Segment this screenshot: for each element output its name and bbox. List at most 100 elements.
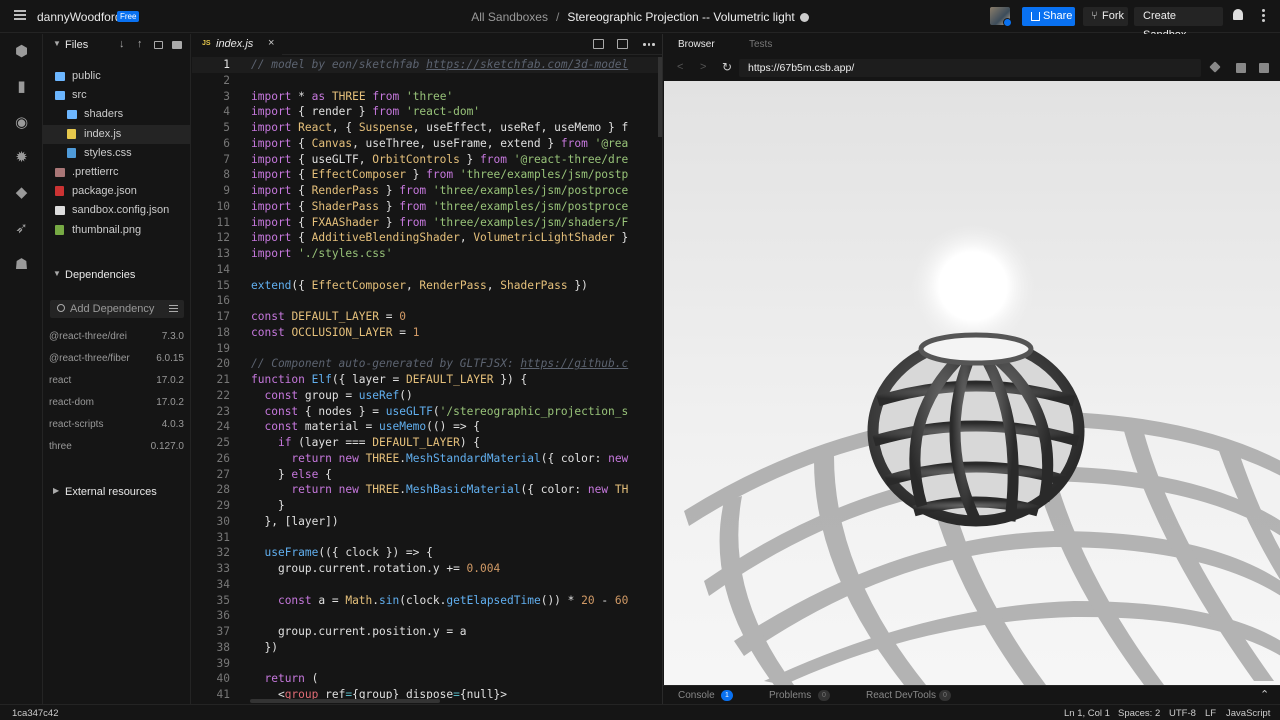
address-field[interactable]: https://67b5m.csb.app/	[739, 59, 1201, 77]
indent-setting[interactable]: Spaces: 2	[1118, 708, 1160, 719]
tab-problems[interactable]: Problems	[769, 690, 811, 701]
back-icon[interactable]: <	[677, 61, 683, 73]
file-tree-item[interactable]: index.js	[43, 124, 191, 144]
code-line[interactable]: 40 return (	[192, 671, 662, 687]
code-line[interactable]: 30 }, [layer])	[192, 514, 662, 530]
code-line[interactable]: 27 } else {	[192, 467, 662, 483]
gear-icon[interactable]: ✹	[13, 149, 30, 166]
code-line[interactable]: 3 import * as THREE from 'three'	[192, 89, 662, 105]
code-line[interactable]: 29 }	[192, 498, 662, 514]
dependency-item[interactable]: @react-three/drei 7.3.0	[49, 331, 184, 347]
code-line[interactable]: 24 const material = useMemo(() => {	[192, 419, 662, 435]
tab-tests[interactable]: Tests	[749, 39, 772, 50]
file-tree-item[interactable]: sandbox.config.json	[43, 201, 191, 220]
files-section-header[interactable]: ▼ Files ↓ ↑	[43, 36, 191, 56]
menu-lines-icon[interactable]	[169, 305, 178, 314]
more-options-icon[interactable]	[1262, 9, 1265, 24]
file-icon[interactable]: ▮	[13, 78, 30, 95]
code-line[interactable]: 38 })	[192, 640, 662, 656]
dependency-item[interactable]: react 17.0.2	[49, 375, 184, 391]
code-line[interactable]: 13 import './styles.css'	[192, 246, 662, 262]
file-tree-item[interactable]: public	[43, 67, 191, 86]
code-line[interactable]: 28 return new THREE.MeshBasicMaterial({ …	[192, 482, 662, 498]
code-line[interactable]: 26 return new THREE.MeshStandardMaterial…	[192, 451, 662, 467]
code-line[interactable]: 31	[192, 530, 662, 546]
dependencies-section-header[interactable]: ▼ Dependencies	[43, 266, 191, 286]
file-tree-item[interactable]: package.json	[43, 182, 191, 201]
code-line[interactable]: 5 import React, { Suspense, useEffect, us…	[192, 120, 662, 136]
split-view-icon[interactable]	[593, 39, 604, 49]
code-line[interactable]: 12 import { AdditiveBlendingShader, Volum…	[192, 230, 662, 246]
close-icon[interactable]: ×	[268, 37, 274, 49]
code-line[interactable]: 22 const group = useRef()	[192, 388, 662, 404]
code-line[interactable]: 7 import { useGLTF, OrbitControls } from …	[192, 152, 662, 168]
file-tree-item[interactable]: shaders	[43, 105, 191, 124]
share-button[interactable]: Share	[1022, 7, 1075, 26]
breadcrumb-all-sandboxes[interactable]: All Sandboxes	[471, 10, 548, 24]
code-line[interactable]: 6 import { Canvas, useThree, useFrame, ex…	[192, 136, 662, 152]
line-ending[interactable]: LF	[1205, 708, 1216, 719]
code-line[interactable]: 4 import { render } from 'react-dom'	[192, 104, 662, 120]
tab-browser[interactable]: Browser	[678, 39, 715, 50]
code-line[interactable]: 11 import { FXAAShader } from 'three/exam…	[192, 215, 662, 231]
chevron-up-icon[interactable]: ⌃	[1260, 688, 1269, 701]
code-line[interactable]: 35 const a = Math.sin(clock.getElapsedTi…	[192, 593, 662, 609]
sandbox-title[interactable]: Stereographic Projection -- Volumetric l…	[567, 10, 794, 24]
cursor-position[interactable]: Ln 1, Col 1	[1064, 708, 1110, 719]
encoding[interactable]: UTF-8	[1169, 708, 1196, 719]
language-mode[interactable]: JavaScript	[1226, 708, 1270, 719]
search-icon[interactable]: ◉	[13, 114, 30, 131]
code-line[interactable]: 20 // Component auto-generated by GLTFJSX…	[192, 356, 662, 372]
cube-icon[interactable]: ⬢	[13, 43, 30, 60]
users-icon[interactable]: ☗	[13, 256, 30, 273]
file-tree-item[interactable]: src	[43, 86, 191, 105]
code-line[interactable]: 18 const OCCLUSION_LAYER = 1	[192, 325, 662, 341]
code-line[interactable]: 25 if (layer === DEFAULT_LAYER) {	[192, 435, 662, 451]
more-options-icon[interactable]	[643, 43, 657, 46]
fork-button[interactable]: Fork	[1083, 7, 1128, 26]
code-line[interactable]: 2	[192, 73, 662, 89]
external-resources-header[interactable]: ▶ External resources	[43, 483, 191, 503]
github-icon[interactable]: ◆	[13, 184, 30, 201]
tab-console[interactable]: Console	[678, 690, 715, 701]
forward-icon[interactable]: >	[700, 61, 706, 73]
code-line[interactable]: 17 const DEFAULT_LAYER = 0	[192, 309, 662, 325]
horizontal-scrollbar[interactable]	[250, 699, 440, 703]
new-folder-icon[interactable]	[172, 41, 182, 49]
new-file-icon[interactable]	[154, 41, 163, 49]
layout-icon[interactable]	[1259, 63, 1269, 73]
dependency-item[interactable]: @react-three/fiber 6.0.15	[49, 353, 184, 369]
expand-icon[interactable]	[1209, 61, 1221, 73]
bell-icon[interactable]	[1233, 9, 1243, 20]
code-line[interactable]: 21 function Elf({ layer = DEFAULT_LAYER }…	[192, 372, 662, 388]
code-line[interactable]: 34	[192, 577, 662, 593]
dependency-item[interactable]: react-scripts 4.0.3	[49, 419, 184, 435]
code-line[interactable]: 19	[192, 341, 662, 357]
file-tree-item[interactable]: .prettierrc	[43, 163, 191, 182]
rocket-icon[interactable]: ➶	[13, 220, 30, 237]
avatar[interactable]	[990, 7, 1012, 27]
code-line[interactable]: 37 group.current.position.y = a	[192, 624, 662, 640]
tab-react-devtools[interactable]: React DevTools	[866, 690, 936, 701]
code-line[interactable]: 39	[192, 656, 662, 672]
create-sandbox-button[interactable]: Create Sandbox	[1134, 7, 1223, 41]
file-tree-item[interactable]: thumbnail.png	[43, 221, 191, 240]
dependency-item[interactable]: three 0.127.0	[49, 441, 184, 457]
file-tree-item[interactable]: styles.css	[43, 144, 191, 163]
code-line[interactable]: 33 group.current.rotation.y += 0.004	[192, 561, 662, 577]
preview-icon[interactable]	[617, 39, 628, 49]
code-line[interactable]: 1 // model by eon/sketchfab https://sketc…	[192, 57, 662, 73]
sort-down-icon[interactable]: ↓	[119, 38, 125, 50]
code-line[interactable]: 36	[192, 608, 662, 624]
code-line[interactable]: 15 extend({ EffectComposer, RenderPass, S…	[192, 278, 662, 294]
sort-up-icon[interactable]: ↑	[137, 38, 143, 50]
code-line[interactable]: 32 useFrame(({ clock }) => {	[192, 545, 662, 561]
code-line[interactable]: 23 const { nodes } = useGLTF('/stereogra…	[192, 404, 662, 420]
render-preview[interactable]	[664, 81, 1280, 685]
code-line[interactable]: 8 import { EffectComposer } from 'three/e…	[192, 167, 662, 183]
add-dependency-input[interactable]	[70, 301, 162, 317]
code-line[interactable]: 14	[192, 262, 662, 278]
tab-index-js[interactable]: JS index.js ×	[192, 34, 282, 55]
code-area[interactable]: 1 // model by eon/sketchfab https://sketc…	[192, 57, 662, 702]
new-window-icon[interactable]	[1236, 63, 1246, 73]
